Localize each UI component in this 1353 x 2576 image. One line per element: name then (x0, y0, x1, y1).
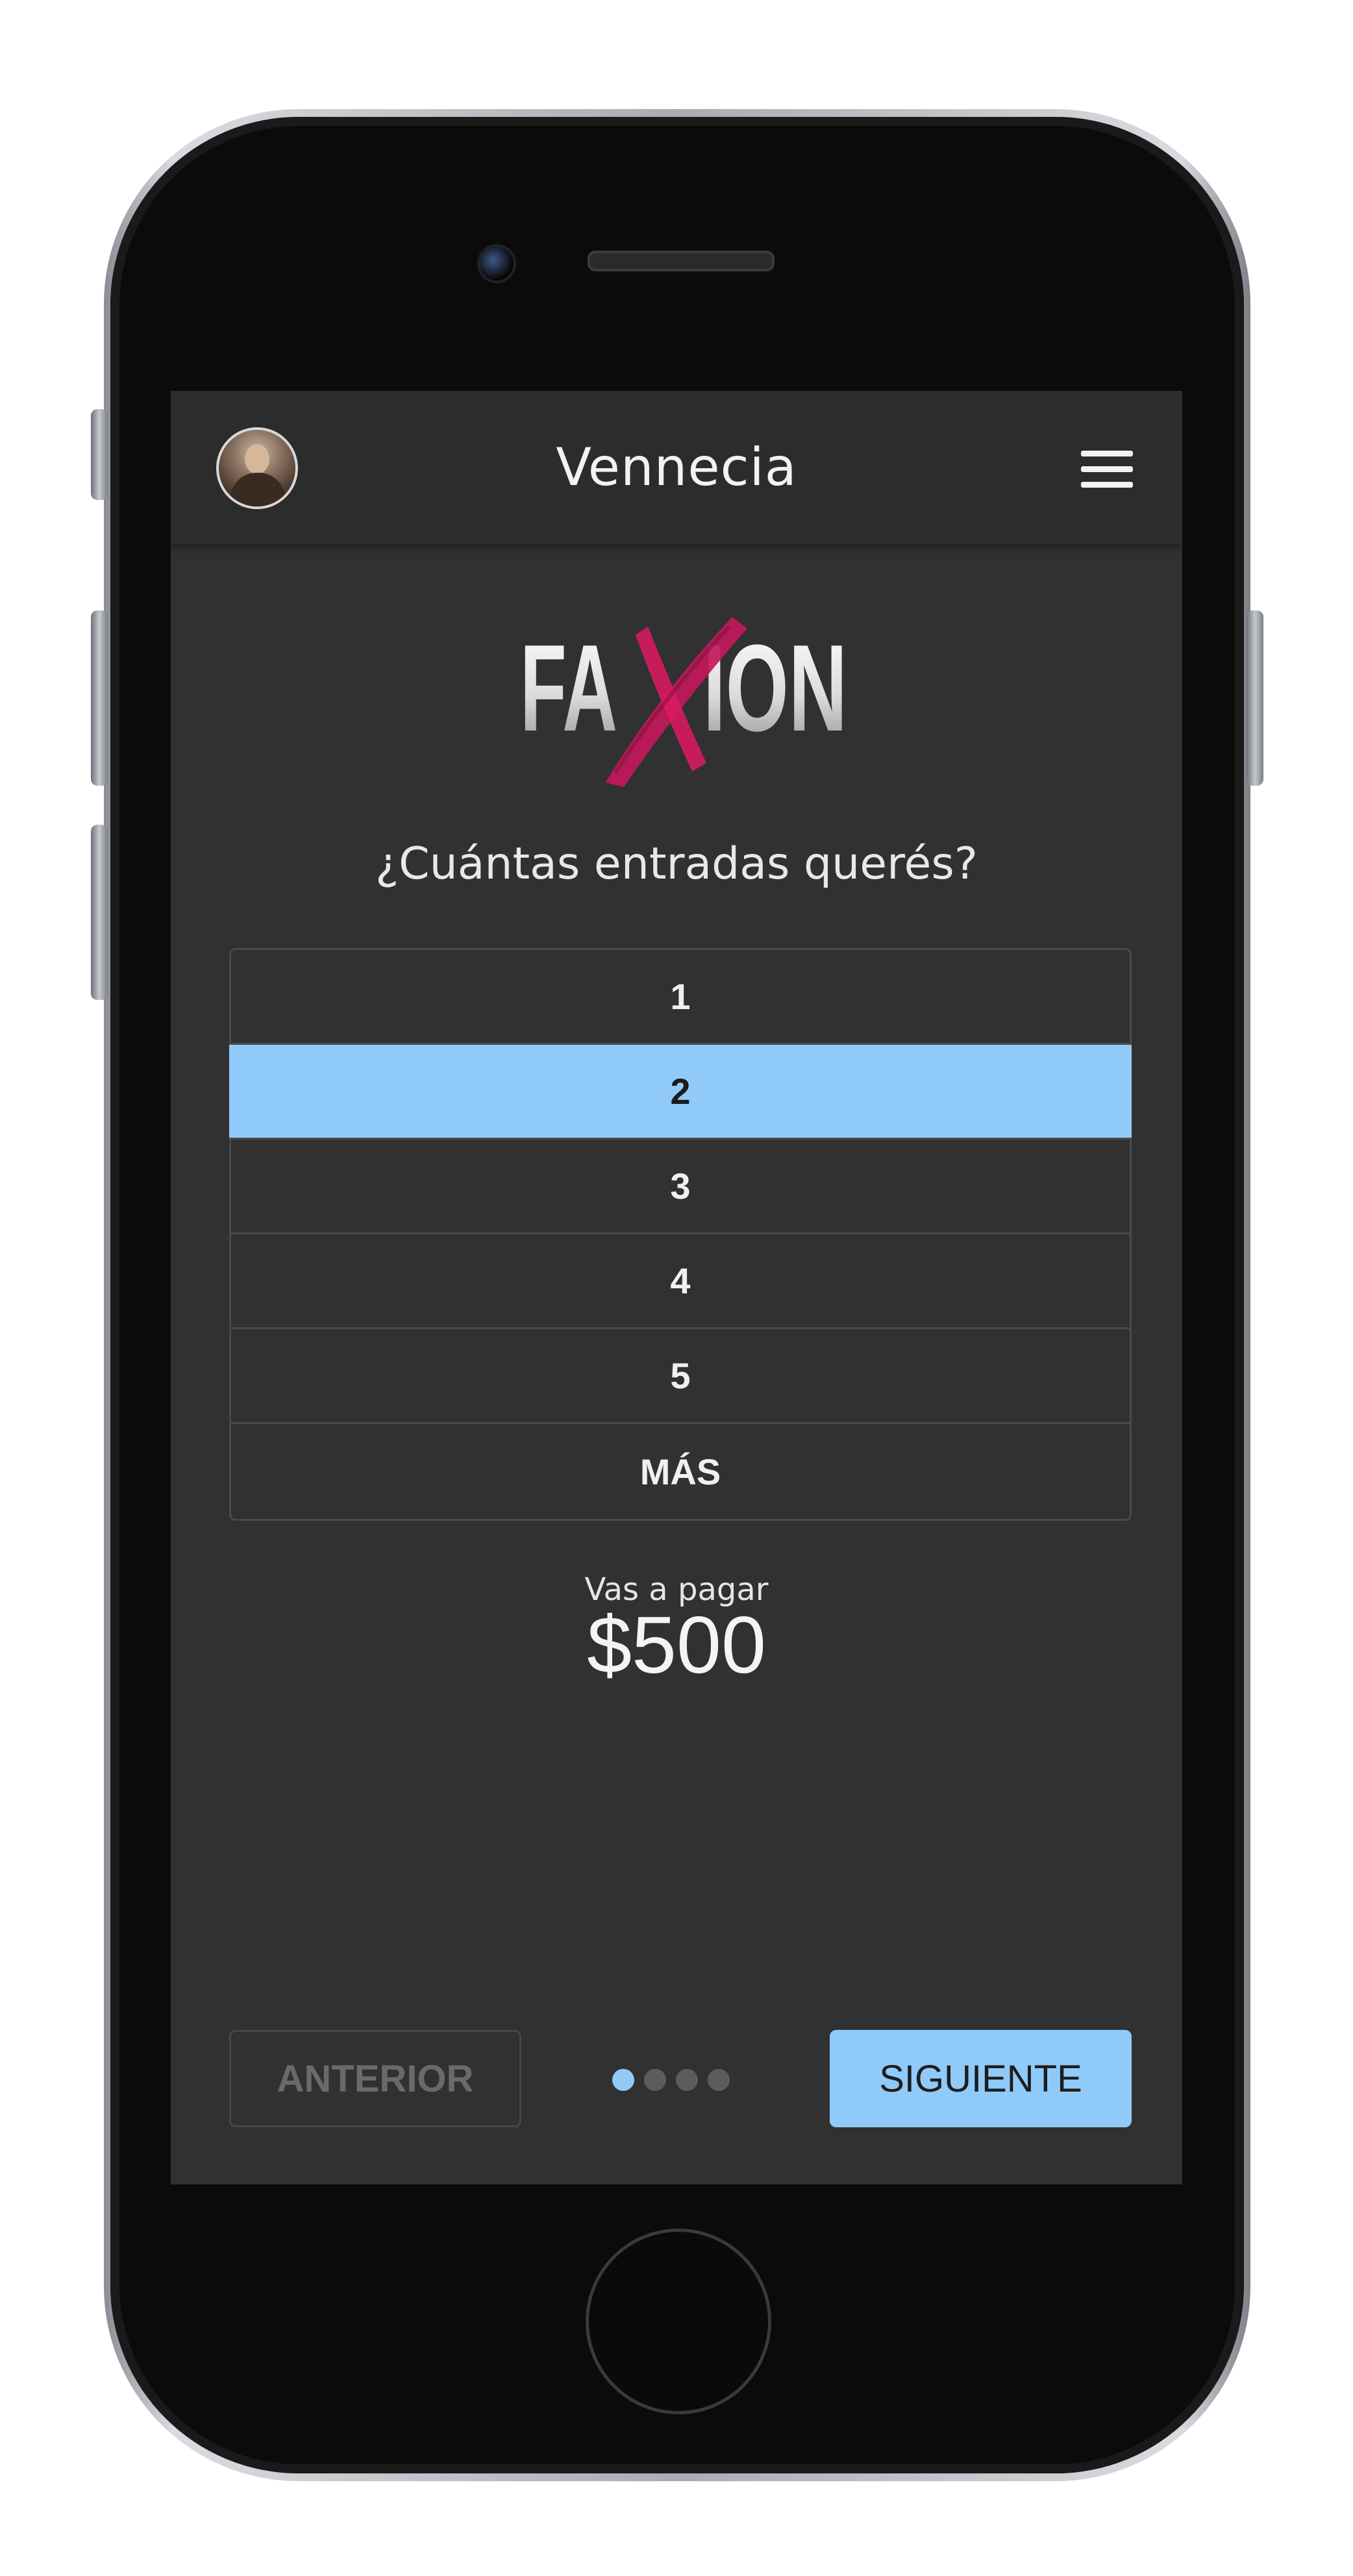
step-dot-4 (708, 2069, 730, 2091)
option-4[interactable]: 4 (231, 1234, 1130, 1329)
front-camera-icon (477, 244, 516, 283)
menu-line (1081, 451, 1133, 456)
step-dot-3 (676, 2069, 698, 2091)
option-3[interactable]: 3 (231, 1140, 1130, 1234)
menu-line (1081, 466, 1133, 472)
tickets-question: ¿Cuántas entradas querés? (375, 838, 978, 890)
power-button (1247, 610, 1263, 786)
ticket-quantity-list: 1 2 3 4 5 MÁS (229, 948, 1132, 1521)
option-1[interactable]: 1 (231, 950, 1130, 1045)
previous-button[interactable]: ANTERIOR (229, 2030, 521, 2127)
step-dot-2 (644, 2069, 666, 2091)
volume-up-button (91, 610, 108, 786)
next-button[interactable]: SIGUIENTE (830, 2030, 1132, 2127)
volume-down-button (91, 825, 108, 1000)
mute-switch (91, 409, 108, 500)
step-dot-1 (612, 2069, 634, 2091)
app-bar: Vennecia (171, 391, 1182, 544)
menu-line (1081, 482, 1133, 488)
hamburger-menu-icon[interactable] (1081, 451, 1133, 490)
step-indicator (612, 2069, 730, 2095)
earpiece-speaker (588, 251, 775, 271)
option-2[interactable]: 2 (229, 1045, 1132, 1140)
home-button[interactable] (586, 2229, 771, 2414)
logo-text-left: FA (520, 619, 617, 757)
app-title: Vennecia (556, 437, 797, 497)
payment-amount: $500 (587, 1601, 766, 1690)
option-more[interactable]: MÁS (231, 1424, 1130, 1519)
faxion-logo: FA ION (520, 617, 847, 787)
option-5[interactable]: 5 (231, 1329, 1130, 1424)
app-screen: Vennecia FA ION ¿Cuántas entradas querés… (171, 391, 1182, 2184)
